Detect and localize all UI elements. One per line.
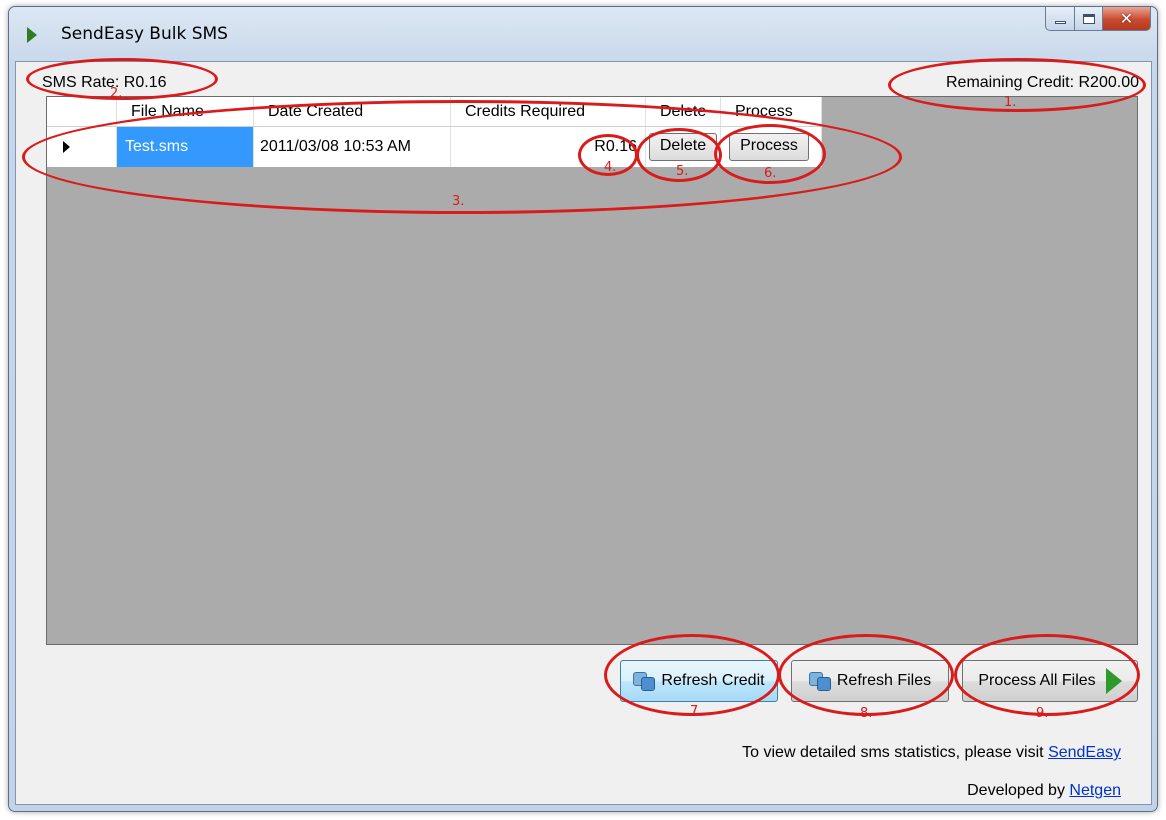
annotation-number: 4. bbox=[604, 160, 617, 175]
sendeasy-link[interactable]: SendEasy bbox=[1048, 744, 1121, 761]
grid-header: File Name Date Created Credits Required … bbox=[47, 97, 822, 127]
developer-text: Developed by bbox=[967, 782, 1065, 799]
refresh-credit-button[interactable]: Refresh Credit bbox=[620, 660, 778, 702]
minimize-button[interactable] bbox=[1045, 7, 1075, 31]
current-row-arrow-icon bbox=[63, 141, 70, 153]
stats-footer: To view detailed sms statistics, please … bbox=[742, 744, 1121, 762]
files-grid[interactable]: File Name Date Created Credits Required … bbox=[46, 96, 1138, 645]
maximize-button[interactable] bbox=[1075, 7, 1103, 31]
developer-footer: Developed by Netgen bbox=[967, 782, 1121, 800]
annotation-number: 1. bbox=[1004, 95, 1017, 110]
stats-text: To view detailed sms statistics, please … bbox=[742, 744, 1044, 761]
row-process-button[interactable]: Process bbox=[729, 133, 809, 161]
process-all-files-button[interactable]: Process All Files bbox=[962, 660, 1138, 702]
maximize-icon bbox=[1082, 13, 1095, 24]
window-title: SendEasy Bulk SMS bbox=[61, 24, 228, 44]
close-icon: ✕ bbox=[1119, 9, 1134, 28]
window-controls: ✕ bbox=[1045, 7, 1151, 31]
annotation-number: 5. bbox=[676, 164, 689, 179]
row-delete-button[interactable]: Delete bbox=[649, 133, 717, 161]
cell-file-name[interactable]: Test.sms bbox=[117, 127, 254, 167]
app-window: SendEasy Bulk SMS ✕ SMS Rate: R0.16 Rema… bbox=[8, 6, 1158, 812]
refresh-icon bbox=[808, 670, 833, 692]
annotation-number: 3. bbox=[452, 194, 465, 209]
app-play-icon bbox=[27, 27, 37, 43]
minimize-icon bbox=[1054, 21, 1066, 24]
refresh-files-label: Refresh Files bbox=[836, 672, 932, 689]
column-header-process[interactable]: Process bbox=[721, 97, 822, 127]
row-selector[interactable] bbox=[47, 127, 117, 167]
cell-date-created[interactable]: 2011/03/08 10:53 AM bbox=[254, 127, 451, 167]
netgen-link[interactable]: Netgen bbox=[1069, 782, 1121, 799]
annotation-number: 2. bbox=[110, 86, 123, 101]
cell-delete: Delete bbox=[646, 127, 721, 167]
cell-process: Process bbox=[721, 127, 822, 167]
play-icon bbox=[1105, 668, 1122, 694]
title-bar[interactable]: SendEasy Bulk SMS ✕ bbox=[9, 7, 1157, 61]
client-area: SMS Rate: R0.16 Remaining Credit: R200.0… bbox=[15, 61, 1152, 805]
column-header-file-name[interactable]: File Name bbox=[117, 97, 254, 127]
annotation-number: 9. bbox=[1036, 706, 1049, 721]
refresh-icon bbox=[633, 670, 657, 692]
column-header-delete[interactable]: Delete bbox=[646, 97, 721, 127]
column-header-date-created[interactable]: Date Created bbox=[254, 97, 451, 127]
cell-credits-required[interactable]: R0.16 bbox=[451, 127, 646, 167]
refresh-credit-label: Refresh Credit bbox=[661, 672, 765, 689]
annotation-number: 8. bbox=[860, 706, 873, 721]
close-button[interactable]: ✕ bbox=[1103, 7, 1151, 31]
annotation-number: 7. bbox=[690, 704, 703, 719]
table-row[interactable]: Test.sms 2011/03/08 10:53 AM R0.16 Delet… bbox=[47, 127, 822, 167]
column-header-credits-required[interactable]: Credits Required bbox=[451, 97, 646, 127]
annotation-number: 6. bbox=[764, 166, 777, 181]
sms-rate-label: SMS Rate: R0.16 bbox=[42, 74, 167, 91]
refresh-files-button[interactable]: Refresh Files bbox=[791, 660, 949, 702]
process-all-files-label: Process All Files bbox=[978, 672, 1096, 689]
row-header-corner bbox=[47, 97, 117, 127]
remaining-credit-label: Remaining Credit: R200.00 bbox=[946, 74, 1139, 91]
